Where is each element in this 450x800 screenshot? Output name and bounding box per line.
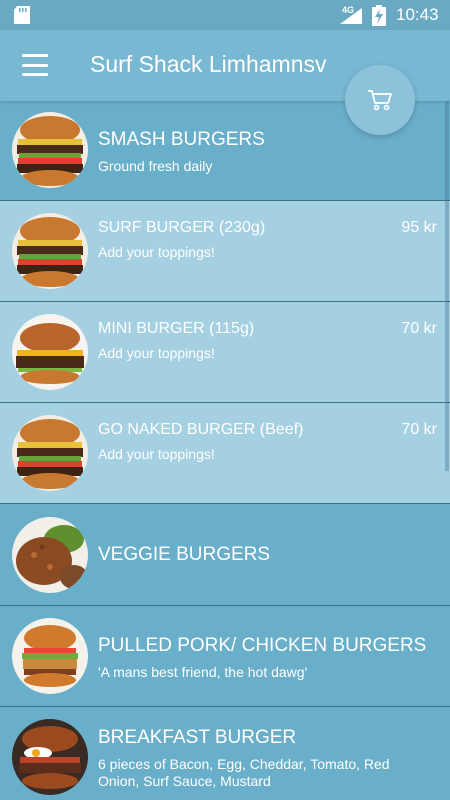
shopping-cart-icon — [368, 90, 392, 111]
item-subtitle: Add your toppings! — [98, 244, 215, 260]
category-title: BREAKFAST BURGER — [98, 727, 297, 748]
item-title: GO NAKED BURGER (Beef) — [98, 421, 304, 438]
clock-time: 10:43 — [396, 5, 439, 24]
menu-list: SMASH BURGERS Ground fresh daily SURF BU… — [0, 101, 450, 800]
scrollbar-thumb[interactable] — [445, 101, 449, 471]
burger-thumbnail — [12, 213, 88, 289]
burger-thumbnail — [12, 618, 88, 694]
burger-thumbnail — [12, 314, 88, 390]
category-title: PULLED PORK/ CHICKEN BURGERS — [98, 635, 427, 656]
veggie-patty-thumbnail — [12, 517, 88, 593]
page-title: Surf Shack Limhamnsv — [90, 51, 327, 77]
category-row-veggie-burgers[interactable]: VEGGIE BURGERS — [0, 504, 450, 606]
cart-button[interactable] — [345, 65, 415, 135]
menu-item-go-naked-burger[interactable]: GO NAKED BURGER (Beef) 70 kr Add your to… — [0, 403, 450, 504]
item-title: MINI BURGER (115g) — [98, 320, 255, 337]
category-row-pulled-pork-chicken[interactable]: PULLED PORK/ CHICKEN BURGERS 'A mans bes… — [0, 606, 450, 707]
menu-item-mini-burger[interactable]: MINI BURGER (115g) 70 kr Add your toppin… — [0, 302, 450, 403]
item-subtitle: Add your toppings! — [98, 345, 215, 361]
category-subtitle: 6 pieces of Bacon, Egg, Cheddar, Tomato,… — [98, 756, 390, 789]
category-subtitle: Ground fresh daily — [98, 158, 213, 174]
category-title: VEGGIE BURGERS — [98, 544, 271, 565]
category-subtitle: 'A mans best friend, the hot dawg' — [98, 664, 308, 680]
signal-strength-icon — [340, 8, 362, 24]
item-title: SURF BURGER (230g) — [98, 219, 266, 236]
item-price: 95 kr — [401, 219, 437, 236]
sd-card-icon — [14, 6, 30, 24]
burger-thumbnail — [12, 415, 88, 491]
hamburger-menu-icon[interactable] — [22, 54, 48, 76]
category-row-breakfast-burger[interactable]: BREAKFAST BURGER 6 pieces of Bacon, Egg,… — [0, 707, 450, 800]
status-bar: 4G 10:43 — [0, 0, 450, 30]
item-subtitle: Add your toppings! — [98, 446, 215, 462]
category-title: SMASH BURGERS — [98, 129, 265, 150]
battery-charging-icon — [372, 5, 386, 26]
burger-thumbnail — [12, 719, 88, 795]
burger-thumbnail — [12, 112, 88, 188]
item-price: 70 kr — [401, 320, 437, 337]
menu-item-surf-burger[interactable]: SURF BURGER (230g) 95 kr Add your toppin… — [0, 201, 450, 302]
item-price: 70 kr — [401, 421, 437, 438]
